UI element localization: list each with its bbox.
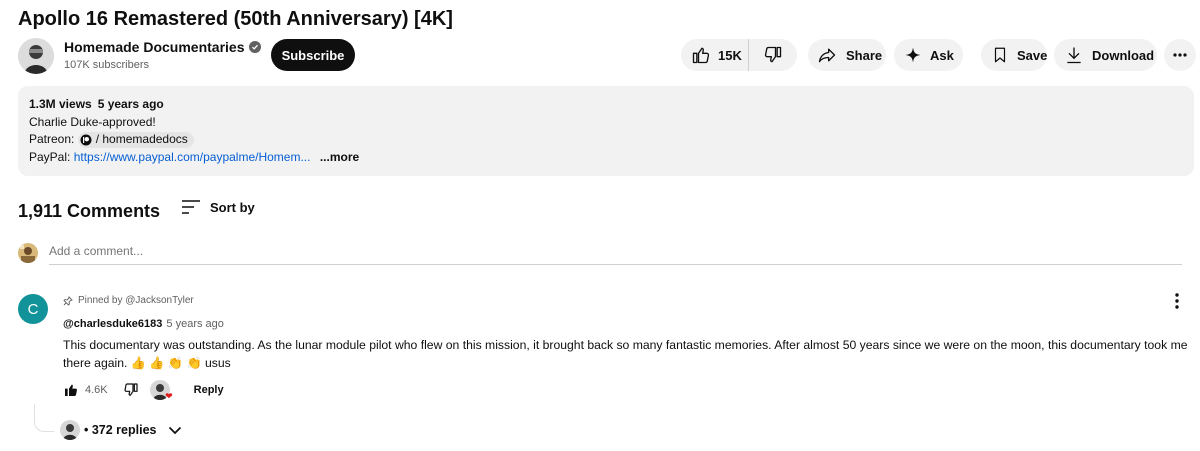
like-icon <box>65 384 77 397</box>
sort-label: Sort by <box>210 199 255 215</box>
paypal-label: PayPal: <box>29 149 71 164</box>
save-label: Save <box>1017 47 1048 63</box>
comment-like-button[interactable]: 4.6K <box>63 382 108 398</box>
add-comment-input[interactable] <box>49 241 1182 265</box>
description-box[interactable]: 1.3M views 5 years ago Charlie Duke-appro… <box>18 86 1194 176</box>
pinned-by-text: Pinned by @JacksonTyler <box>78 295 194 306</box>
comment-menu-button[interactable] <box>1174 292 1180 315</box>
comment-time[interactable]: 5 years ago <box>166 318 223 330</box>
reply-avatar <box>60 420 80 440</box>
comments-count: 1,911 Comments <box>18 201 161 221</box>
sort-icon <box>182 200 200 214</box>
view-count: 1.3M views <box>29 97 92 111</box>
verified-icon <box>248 41 261 53</box>
patreon-line: Patreon: / homemadedocs <box>29 131 1183 149</box>
description-stats: 1.3M views 5 years ago <box>29 96 1183 114</box>
view-replies-button[interactable]: • 372 replies <box>60 420 184 440</box>
patreon-icon <box>80 134 92 146</box>
patreon-chip[interactable]: / homemadedocs <box>77 131 194 148</box>
pin-icon <box>63 295 73 306</box>
dislike-button[interactable] <box>749 39 797 71</box>
paypal-link[interactable]: https://www.paypal.com/paypalme/Homem... <box>74 150 311 164</box>
more-vert-icon <box>1175 293 1179 309</box>
save-icon <box>994 47 1006 63</box>
upload-age: 5 years ago <box>97 97 164 111</box>
save-button[interactable]: Save <box>981 39 1047 71</box>
ask-button[interactable]: Ask <box>894 39 963 71</box>
dislike-icon <box>764 46 782 63</box>
creator-heart: ❤ <box>149 380 173 401</box>
paypal-line: PayPal: https://www.paypal.com/paypalme/… <box>29 149 1183 167</box>
chevron-down-icon <box>169 426 182 435</box>
patreon-label: Patreon: <box>29 132 75 146</box>
sort-by-button[interactable]: Sort by <box>180 198 255 216</box>
video-title: Apollo 16 Remastered (50th Anniversary) … <box>18 8 453 30</box>
more-actions-button[interactable] <box>1164 39 1196 71</box>
comment-text: This documentary was outstanding. As the… <box>63 338 1188 370</box>
share-icon <box>818 48 836 63</box>
comment-dislike-button[interactable] <box>123 382 139 398</box>
more-icon <box>1173 53 1187 57</box>
comment-like-count: 4.6K <box>85 384 108 396</box>
like-count: 15K <box>718 47 742 63</box>
channel-name-text[interactable]: Homemade Documentaries <box>64 39 245 55</box>
share-button[interactable]: Share <box>808 39 886 71</box>
heart-icon: ❤ <box>165 391 173 401</box>
replies-count: • 372 replies <box>84 423 157 437</box>
commenter-avatar[interactable]: C <box>18 294 48 324</box>
comment-author-line: @charlesduke6183 5 years ago <box>63 318 224 330</box>
subscribe-button[interactable]: Subscribe <box>271 39 355 71</box>
like-button[interactable]: 15K <box>681 39 749 71</box>
download-icon <box>1067 47 1081 64</box>
thread-connector <box>34 404 54 432</box>
description-more-button[interactable]: ...more <box>320 150 359 164</box>
description-line: Charlie Duke-approved! <box>29 114 156 129</box>
comment-actions: 4.6K ❤ Reply <box>63 380 363 401</box>
comments-header: 1,911 Comments Sort by <box>18 197 518 225</box>
like-dislike-group: 15K <box>681 39 797 71</box>
add-comment-row <box>18 241 1182 265</box>
channel-name[interactable]: Homemade Documentaries <box>64 39 261 55</box>
ask-sparkle-icon <box>905 47 921 63</box>
ask-label: Ask <box>930 47 954 63</box>
channel-avatar[interactable] <box>18 38 54 74</box>
pinned-label: Pinned by @JacksonTyler <box>63 295 194 306</box>
download-label: Download <box>1092 47 1155 63</box>
like-icon <box>692 47 710 64</box>
patreon-handle: / homemadedocs <box>95 132 188 147</box>
reply-button[interactable]: Reply <box>194 384 224 396</box>
current-user-avatar[interactable] <box>18 243 38 263</box>
subscriber-count: 107K subscribers <box>64 59 149 71</box>
dislike-icon <box>124 383 138 396</box>
pinned-comment: C Pinned by @JacksonTyler @charlesduke61… <box>18 292 1194 447</box>
channel-row: Homemade Documentaries 107K subscribers … <box>18 38 1196 74</box>
download-button[interactable]: Download <box>1054 39 1157 71</box>
comment-author[interactable]: @charlesduke6183 <box>63 318 162 330</box>
share-label: Share <box>846 47 883 63</box>
